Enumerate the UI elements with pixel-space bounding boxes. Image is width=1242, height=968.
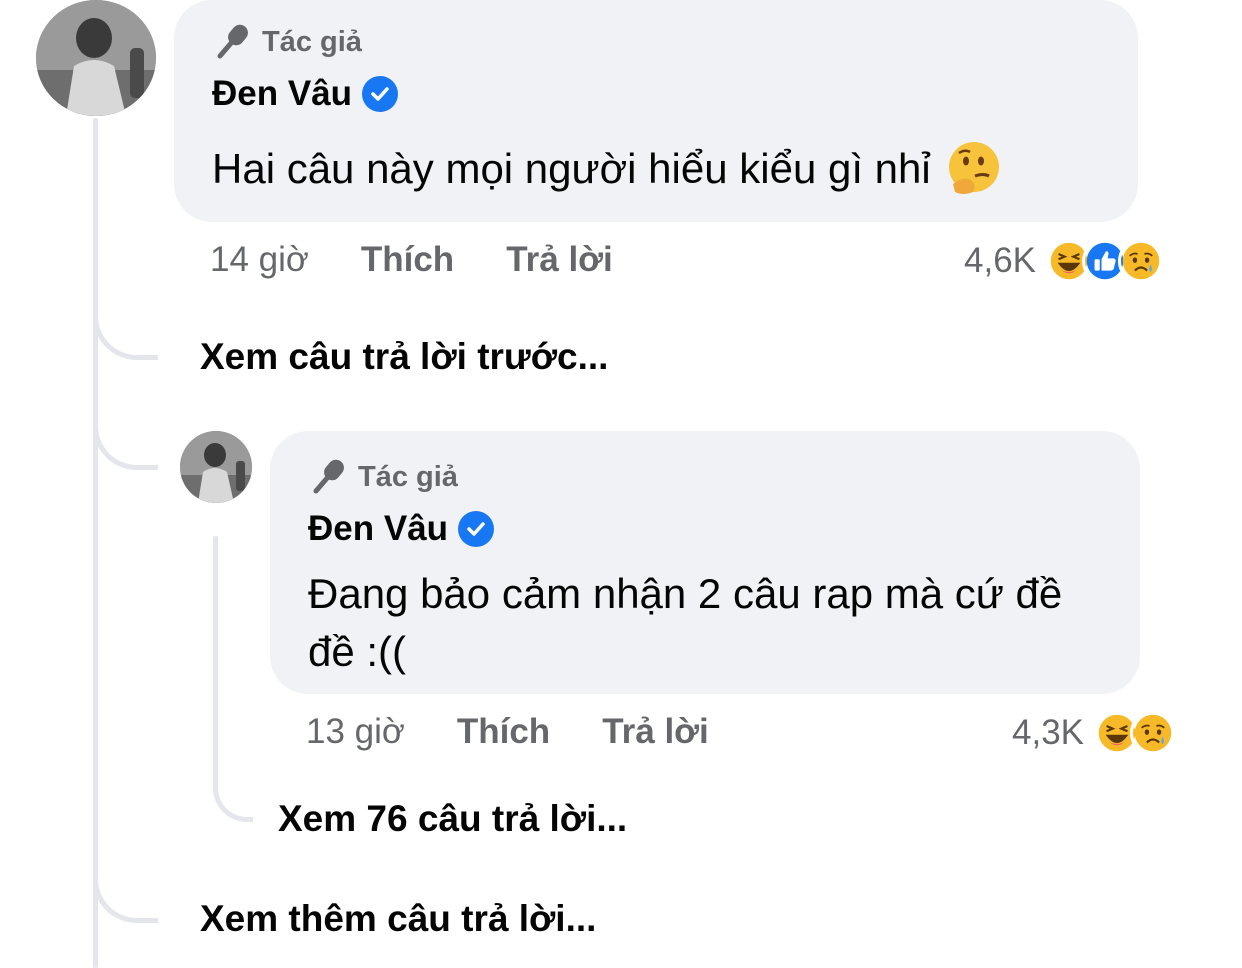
thread-connector-76 [213,760,253,822]
view-76-replies-link[interactable]: Xem 76 câu trả lời... [278,798,627,840]
comment-bubble: Tác giả Đen Vâu Đang bảo cảm nhận 2 câu … [270,431,1140,694]
sad-icon [1130,710,1176,756]
badge-label: Tác giả [358,460,458,493]
avatar[interactable] [36,0,156,116]
comment-meta: 13 giờ Thích Trả lời [306,712,709,752]
comment-time[interactable]: 14 giờ [210,240,309,280]
comment-text: Hai câu này mọi người hiểu kiểu gì nhỉ [212,145,931,192]
avatar-photo [180,431,252,503]
like-button[interactable]: Thích [361,240,454,280]
badge-label: Tác giả [262,25,362,58]
view-previous-replies-link[interactable]: Xem câu trả lời trước... [200,336,608,378]
comment-body: Hai câu này mọi người hiểu kiểu gì nhỉ [212,140,1003,198]
author-badge: Tác giả [308,457,458,497]
like-button[interactable]: Thích [457,712,550,752]
thread-connector-more [93,860,158,923]
reaction-summary[interactable]: 4,3K [1012,710,1176,756]
main-thread-line [93,118,98,968]
author-row: Đen Vâu [308,509,495,549]
thread-connector-previous [93,300,158,360]
avatar-photo [36,0,156,116]
author-row: Đen Vâu [212,74,399,114]
reply-thread-line [213,536,218,771]
comment-time[interactable]: 13 giờ [306,712,405,752]
reaction-count: 4,6K [964,241,1036,280]
thinking-face-icon [948,142,999,194]
reaction-count: 4,3K [1012,713,1084,752]
comment-text: Đang bảo cảm nhận 2 câu rap mà cứ đề đề … [308,570,1063,675]
comment-bubble: Tác giả Đen Vâu Hai câu này mọi người hi… [174,0,1138,222]
microphone-icon [217,24,248,59]
reply-button[interactable]: Trả lời [506,240,613,280]
verified-badge-icon [458,511,495,547]
reply-button[interactable]: Trả lời [602,712,709,752]
sad-icon [1118,238,1164,284]
verified-badge-icon [362,76,399,112]
author-name[interactable]: Đen Vâu [212,74,352,114]
comment-meta: 14 giờ Thích Trả lời [210,240,613,280]
author-badge: Tác giả [212,22,362,62]
avatar[interactable] [180,431,252,503]
thread-connector-reply [93,408,158,470]
author-name[interactable]: Đen Vâu [308,509,448,549]
microphone-icon [313,459,344,494]
view-more-replies-link[interactable]: Xem thêm câu trả lời... [200,898,596,940]
reaction-summary[interactable]: 4,6K [964,238,1164,284]
